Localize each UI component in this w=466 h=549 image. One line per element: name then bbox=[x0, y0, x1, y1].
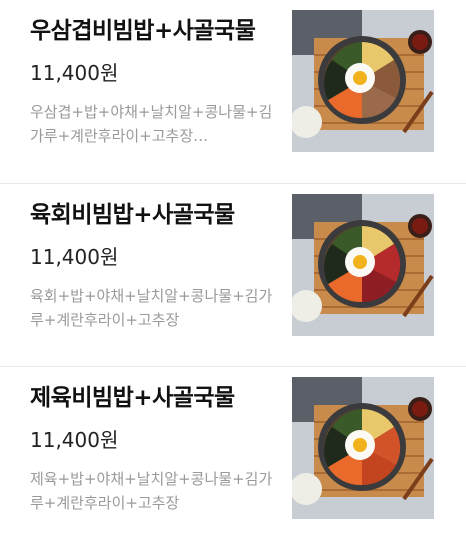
menu-item-description: 우삼겹+밥+야채+날치알+콩나물+김가루+계란후라이+고추장… bbox=[30, 103, 273, 145]
menu-item-thumbnail[interactable] bbox=[292, 194, 434, 336]
menu-item-name: 우삼겹비빔밥+사골국물 bbox=[30, 18, 256, 44]
menu-item-text: 우삼겹비빔밥+사골국물 11,400원 우삼겹+밥+야채+날치알+콩나물+김가루… bbox=[30, 16, 282, 148]
menu-item-description: 육회+밥+야채+날치알+콩나물+김가루+계란후라이+고추장 bbox=[30, 287, 273, 329]
menu-item[interactable]: 제육비빔밥+사골국물 11,400원 제육+밥+야채+날치알+콩나물+김가루+계… bbox=[0, 366, 466, 549]
menu-item[interactable]: 육회비빔밥+사골국물 11,400원 육회+밥+야채+날치알+콩나물+김가루+계… bbox=[0, 183, 466, 366]
menu-list: 우삼겹비빔밥+사골국물 11,400원 우삼겹+밥+야채+날치알+콩나물+김가루… bbox=[0, 0, 466, 549]
menu-item-thumbnail[interactable] bbox=[292, 10, 434, 152]
menu-item-description: 제육+밥+야채+날치알+콩나물+김가루+계란후라이+고추장 bbox=[30, 470, 273, 512]
menu-item-thumbnail[interactable] bbox=[292, 377, 434, 519]
menu-item-price: 11,400원 bbox=[30, 428, 119, 452]
menu-item-price: 11,400원 bbox=[30, 61, 119, 85]
menu-item-name: 육회비빔밥+사골국물 bbox=[30, 202, 235, 228]
bibimbap-yukhoe-photo-icon bbox=[292, 194, 434, 336]
menu-item[interactable]: 우삼겹비빔밥+사골국물 11,400원 우삼겹+밥+야채+날치알+콩나물+김가루… bbox=[0, 0, 466, 183]
menu-item-name: 제육비빔밥+사골국물 bbox=[30, 385, 235, 411]
menu-item-price: 11,400원 bbox=[30, 245, 119, 269]
bibimbap-jeyuk-photo-icon bbox=[292, 377, 434, 519]
menu-item-text: 육회비빔밥+사골국물 11,400원 육회+밥+야채+날치알+콩나물+김가루+계… bbox=[30, 200, 282, 332]
menu-item-text: 제육비빔밥+사골국물 11,400원 제육+밥+야채+날치알+콩나물+김가루+계… bbox=[30, 383, 282, 515]
bibimbap-bulgogi-photo-icon bbox=[292, 10, 434, 152]
